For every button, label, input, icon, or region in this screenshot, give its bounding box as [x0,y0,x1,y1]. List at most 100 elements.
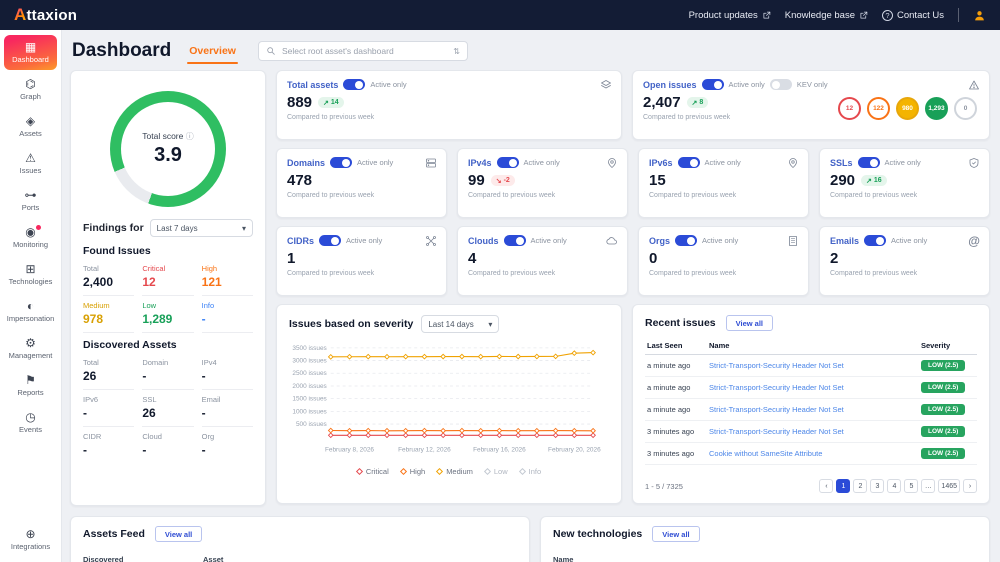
column-header-discovered[interactable]: Discovered [83,555,203,562]
kev-only-toggle[interactable] [770,79,792,90]
domains-active-toggle[interactable] [330,157,352,168]
sidebar-item-integrations[interactable]: ⊕Integrations [4,522,57,557]
integrations-icon: ⊕ [25,528,35,540]
legend-item-info[interactable]: Info [520,467,542,476]
found-issues-label: Low [142,301,193,310]
compared-label: Compared to previous week [468,192,617,199]
assets-feed-view-all-button[interactable]: View all [155,526,202,542]
sidebar-item-management[interactable]: ⚙Management [4,331,57,366]
issue-name-link[interactable]: Strict-Transport-Security Header Not Set [709,361,844,370]
critical-count-badge[interactable]: 12 [838,97,861,120]
legend-item-critical[interactable]: Critical [357,467,389,476]
product-updates-link[interactable]: Product updates [689,10,771,21]
legend-label: Critical [366,467,389,476]
clouds-value: 4 [468,250,476,267]
issue-name-link[interactable]: Cookie without SameSite Attribute [709,449,822,458]
issue-name-link[interactable]: Strict-Transport-Security Header Not Set [709,427,844,436]
recent-issues-view-all-button[interactable]: View all [726,315,773,331]
table-row[interactable]: 3 minutes agoStrict-Transport-Security H… [645,421,977,443]
orgs-active-toggle[interactable] [675,235,697,246]
found-issues-value: - [202,312,253,326]
sidebar-item-impersonation[interactable]: ◐Impersonation [4,294,57,329]
legend-item-medium[interactable]: Medium [437,467,473,476]
page-button[interactable]: 1 [836,479,850,493]
compared-label: Compared to previous week [830,270,979,277]
page-button[interactable]: 5 [904,479,918,493]
column-header-last-seen[interactable]: Last Seen [645,337,707,355]
events-icon: ◷ [25,411,35,423]
sidebar-item-reports[interactable]: ⚑ Reports [4,368,57,403]
open-issues-active-toggle[interactable] [702,79,724,90]
medium-count-badge[interactable]: 980 [896,97,919,120]
sidebar-item-ports[interactable]: ⊶Ports [4,183,57,218]
chart-range-select[interactable]: Last 14 days▾ [421,315,499,333]
legend-marker-icon [400,468,407,475]
info-count-badge[interactable]: 0 [954,97,977,120]
issue-name-link[interactable]: Strict-Transport-Security Header Not Set [709,405,844,414]
table-row[interactable]: a minute agoStrict-Transport-Security He… [645,399,977,421]
table-row[interactable]: a minute agoStrict-Transport-Security He… [645,355,977,377]
cidrs-active-toggle[interactable] [319,235,341,246]
external-link-icon [859,11,868,20]
sidebar-item-technologies[interactable]: ⊞Technologies [4,257,57,292]
page-button[interactable]: 3 [870,479,884,493]
emails-active-toggle[interactable] [864,235,886,246]
sidebar-item-assets[interactable]: ◈Assets [4,109,57,144]
severity-badge: LOW (2.5) [921,426,965,437]
contact-us-label: Contact Us [897,10,944,21]
column-header-name[interactable]: Name [707,337,919,355]
issue-name-link[interactable]: Strict-Transport-Security Header Not Set [709,383,844,392]
total-assets-active-toggle[interactable] [343,79,365,90]
discovered-assets-value: - [202,406,253,420]
root-asset-select[interactable]: Select root asset's dashboard ⇅ [258,41,468,61]
findings-range-select[interactable]: Last 7 days▾ [150,219,253,237]
active-only-label: Active only [885,158,921,167]
management-icon: ⚙ [25,337,36,349]
page-button[interactable]: 4 [887,479,901,493]
user-account-icon[interactable] [973,9,986,22]
legend-item-low[interactable]: Low [485,467,508,476]
tab-overview[interactable]: Overview [187,41,238,61]
issue-last-seen: a minute ago [645,399,707,421]
sidebar-item-monitoring[interactable]: ◉Monitoring [4,220,57,255]
attaxion-logo[interactable]: Attaxion [14,5,77,25]
column-header-severity[interactable]: Severity [919,337,977,355]
knowledge-base-link[interactable]: Knowledge base [785,10,868,21]
ssls-active-toggle[interactable] [858,157,880,168]
assets-feed-card: Assets Feed View all Discovered Asset [70,516,530,562]
sidebar-item-dashboard[interactable]: ▦Dashboard [4,35,57,70]
sidebar-item-graph[interactable]: ⌬Graph [4,72,57,107]
severity-badge: LOW (2.5) [921,404,965,415]
last-page-button[interactable]: 1465 [938,479,960,493]
ipv4s-value: 99 [468,172,485,189]
new-technologies-card: New technologies View all Name [540,516,990,562]
sidebar-item-label: Monitoring [13,240,48,249]
reports-icon: ⚑ [25,374,36,386]
ipv4s-active-toggle[interactable] [497,157,519,168]
low-count-badge[interactable]: 1,293 [925,97,948,120]
sidebar-item-label: Reports [17,388,43,397]
table-row[interactable]: a minute agoStrict-Transport-Security He… [645,377,977,399]
ipv6s-active-toggle[interactable] [678,157,700,168]
sidebar-item-issues[interactable]: ⚠Issues [4,146,57,181]
severity-chart-card: Issues based on severity Last 14 days▾ 5… [276,304,622,504]
new-technologies-view-all-button[interactable]: View all [652,526,699,542]
total-assets-title: Total assets [287,80,338,90]
graph-icon: ⌬ [25,78,35,90]
clouds-active-toggle[interactable] [504,235,526,246]
found-issues-label: Total [83,264,134,273]
pagination-ellipsis: … [921,479,935,493]
table-row[interactable]: 3 minutes agoCookie without SameSite Att… [645,443,977,465]
page-button[interactable]: 2 [853,479,867,493]
contact-us-link[interactable]: ? Contact Us [882,10,944,21]
findings-range-value: Last 7 days [157,224,198,233]
info-icon[interactable]: ⓘ [186,132,194,141]
legend-item-high[interactable]: High [401,467,425,476]
high-count-badge[interactable]: 122 [867,97,890,120]
prev-page-button[interactable]: ‹ [819,479,833,493]
next-page-button[interactable]: › [963,479,977,493]
column-header-name[interactable]: Name [553,555,673,562]
column-header-asset[interactable]: Asset [203,555,223,562]
sidebar-item-events[interactable]: ◷Events [4,405,57,440]
total-score-gauge: Total score ⓘ 3.9 [110,91,226,207]
